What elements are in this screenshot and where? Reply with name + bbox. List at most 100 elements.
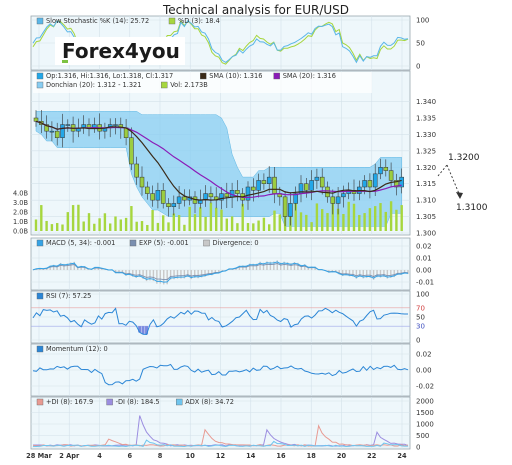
macd-legend-swatch <box>203 239 210 247</box>
volume-bar <box>230 216 234 231</box>
candle-body <box>341 193 346 198</box>
volume-bar <box>400 205 403 231</box>
rsi-legend-swatch <box>36 292 44 300</box>
price-tick-label: 1.315 <box>416 180 436 188</box>
volume-bar <box>162 215 165 231</box>
volume-bar <box>183 224 186 231</box>
volume-bar <box>204 216 207 231</box>
volume-bar <box>209 202 213 231</box>
adx-tick-label: 1500 <box>416 409 434 417</box>
adx-legend-label: +DI (8): 167.9 <box>46 398 93 406</box>
volume-bar <box>326 213 329 231</box>
candle-body <box>129 137 134 165</box>
stochastic-legend-label: %D (3): 18.4 <box>178 17 220 25</box>
price-tick-label: 1.320 <box>416 164 436 172</box>
candle-body <box>182 196 187 201</box>
candle-body <box>309 180 314 191</box>
stochastic-tick-label: 50 <box>416 40 425 48</box>
volume-bar <box>278 214 281 231</box>
x-tick-label: 4 <box>97 452 102 460</box>
adx-legend-label: -DI (8): 184.5 <box>116 398 160 406</box>
volume-bar <box>188 206 191 231</box>
macd-legend-label: EXP (5): -0.001 <box>139 239 189 247</box>
momentum-legend-label: Momentum (12): 0 <box>46 345 108 353</box>
volume-bar <box>315 203 319 231</box>
candle-body <box>166 203 171 207</box>
volume-bar <box>56 223 59 231</box>
macd-legend-label: Divergence: 0 <box>213 239 259 247</box>
rsi-tick-label: 50 <box>416 314 425 322</box>
volume-bar <box>215 207 218 231</box>
price-legend-label: Donchian (20): 1.312 - 1.321 <box>46 81 141 89</box>
macd-tick-label: 0.02 <box>416 243 432 251</box>
adx-tick-label: 2000 <box>416 398 434 406</box>
volume-tick-label: 3.0B <box>13 199 28 207</box>
volume-bar <box>66 212 69 231</box>
candle-body <box>261 180 267 184</box>
volume-bar <box>246 223 250 231</box>
volume-bar <box>241 203 244 231</box>
price-tick-label: 1.330 <box>416 131 436 139</box>
candle-body <box>362 180 367 188</box>
candle-body <box>224 193 230 198</box>
price-tick-label: 1.305 <box>416 213 436 221</box>
x-tick-label: 24 <box>397 452 407 460</box>
volume-bar <box>268 224 271 231</box>
x-tick-label: 22 <box>367 452 377 460</box>
stochastic-legend-swatch <box>168 17 176 25</box>
volume-bar <box>395 209 398 231</box>
price-tick-label: 1.340 <box>416 98 436 106</box>
volume-bar <box>220 209 223 231</box>
volume-bar <box>50 224 54 231</box>
volume-bar <box>347 201 350 231</box>
volume-bar <box>40 205 43 231</box>
annotation-dotted-arrow <box>446 164 461 197</box>
macd-legend-label: MACD (5, 34): -0.001 <box>46 239 115 247</box>
volume-bar <box>363 213 366 231</box>
price-legend-swatch <box>199 72 207 80</box>
volume-tick-label: 4.0B <box>13 190 28 198</box>
price-legend-label: Vol: 2.173B <box>170 81 208 89</box>
x-tick-label: 28 Mar <box>26 452 52 460</box>
macd-legend-swatch <box>129 239 137 247</box>
adx-legend-swatch <box>36 398 44 406</box>
rsi-tick-label: 30 <box>416 323 425 331</box>
volume-bar <box>236 223 239 231</box>
candle-body <box>65 124 71 126</box>
adx-legend-swatch <box>106 398 113 406</box>
adx-tick-label: 500 <box>416 432 429 440</box>
volume-bar <box>273 210 276 231</box>
volume-bar <box>225 218 228 231</box>
price-tick-label: 1.300 <box>416 230 436 238</box>
volume-bar <box>352 203 356 231</box>
macd-tick-label: 0.00 <box>416 267 432 275</box>
volume-bar <box>199 207 202 231</box>
volume-tick-label: 1.0B <box>13 218 28 226</box>
candle-body <box>367 180 373 188</box>
volume-bar <box>93 223 96 231</box>
candle-body <box>155 190 161 201</box>
candle-body <box>113 124 118 126</box>
stochastic-tick-label: 0 <box>416 63 420 71</box>
x-tick-label: 20 <box>337 452 347 460</box>
candle-body <box>208 193 214 198</box>
volume-bar <box>305 214 308 231</box>
volume-bar <box>140 221 144 231</box>
volume-bar <box>252 223 255 231</box>
price-legend-label: Op:1.316, Hi:1.316, Lo:1.318, Cl:1.317 <box>46 72 173 80</box>
candle-body <box>335 196 341 204</box>
x-tick-label: 14 <box>246 452 256 460</box>
candle-body <box>304 183 309 191</box>
volume-bar <box>193 214 197 231</box>
rsi-tick-label: 100 <box>416 291 429 299</box>
candle-body <box>288 203 293 217</box>
candle-body <box>145 186 150 194</box>
price-legend-label: SMA (10): 1.316 <box>209 72 262 80</box>
price-legend-swatch <box>160 81 168 89</box>
candle-body <box>266 176 272 184</box>
volume-bar <box>379 203 382 231</box>
candle-body <box>176 196 182 204</box>
volume-bar <box>257 220 260 231</box>
rsi-tick-label: 70 <box>416 304 425 312</box>
volume-bar <box>172 213 175 231</box>
